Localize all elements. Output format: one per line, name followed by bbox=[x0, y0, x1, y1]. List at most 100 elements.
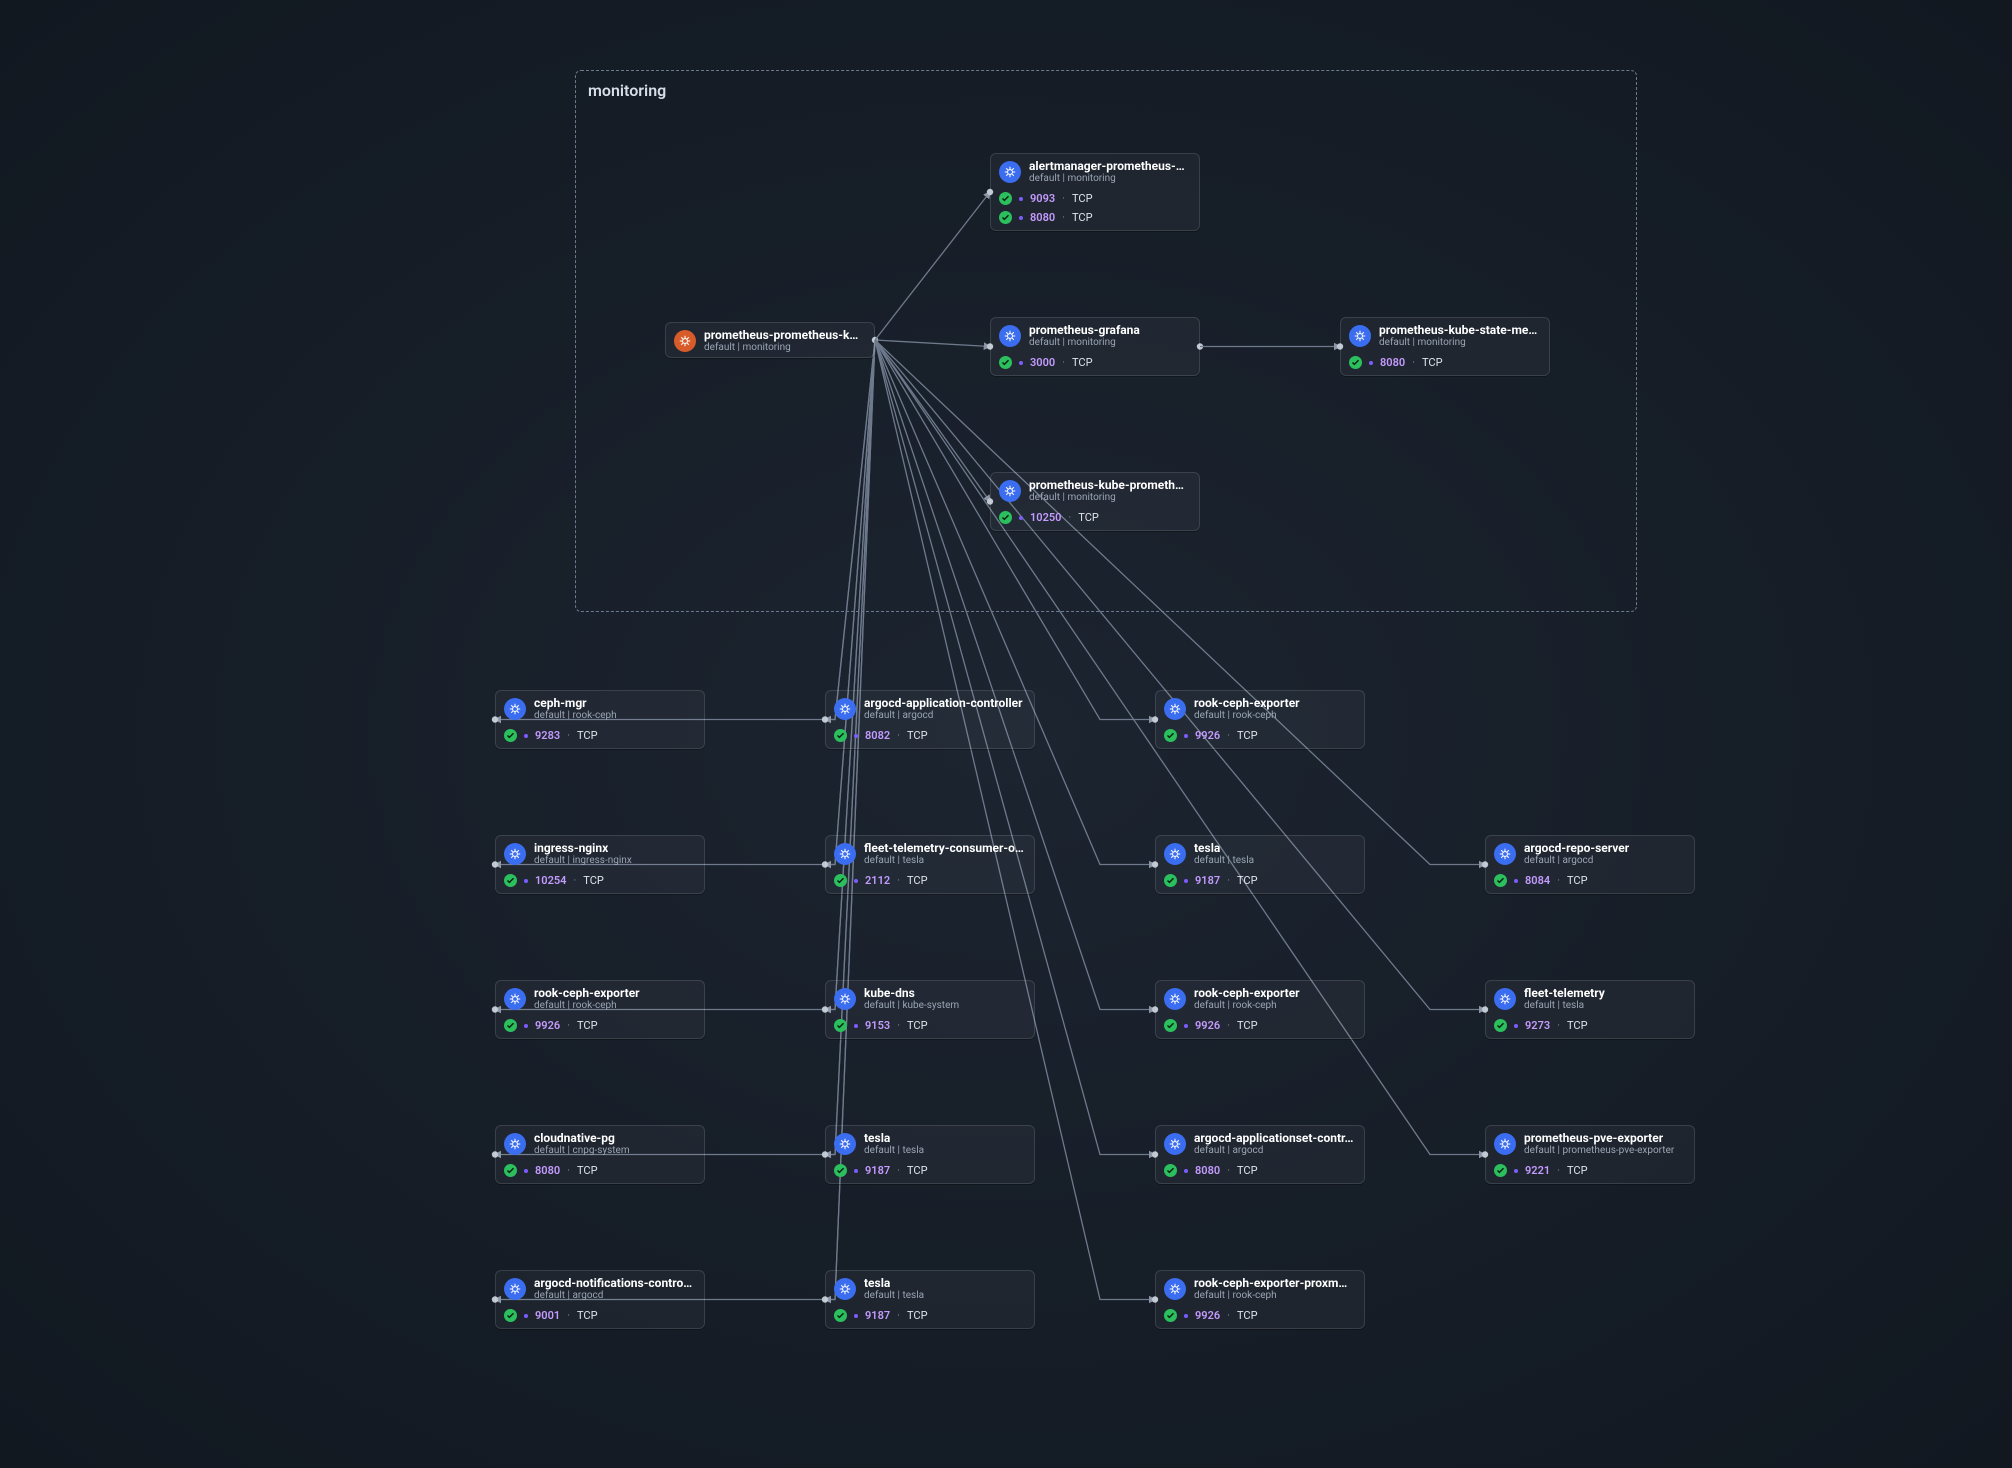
port-protocol: TCP bbox=[1237, 1020, 1258, 1031]
service-subtitle: default | argocd bbox=[1524, 855, 1684, 866]
port-dot-icon bbox=[1184, 1314, 1188, 1318]
status-ok-icon bbox=[504, 1164, 517, 1177]
service-node[interactable]: tesla default | tesla 9187 · TCP bbox=[1155, 835, 1365, 894]
port-protocol: TCP bbox=[577, 730, 598, 741]
service-port: 8080 · TCP bbox=[1341, 352, 1549, 375]
service-title: tesla bbox=[864, 1132, 1024, 1145]
service-port: 9187 · TCP bbox=[1156, 870, 1364, 893]
port-number: 3000 bbox=[1030, 357, 1055, 368]
service-subtitle: default | rook-ceph bbox=[1194, 710, 1354, 721]
service-subtitle: default | monitoring bbox=[704, 342, 864, 353]
status-ok-icon bbox=[504, 1309, 517, 1322]
service-port: 9926 · TCP bbox=[1156, 1305, 1364, 1328]
port-dot-icon bbox=[1514, 879, 1518, 883]
kubernetes-icon bbox=[504, 1133, 526, 1155]
service-subtitle: default | tesla bbox=[864, 1145, 1024, 1156]
service-port: 9187 · TCP bbox=[826, 1160, 1034, 1183]
service-node[interactable]: prometheus-kube-state-met… default | mon… bbox=[1340, 317, 1550, 376]
port-dot-icon bbox=[854, 734, 858, 738]
service-node[interactable]: argocd-application-controller default | … bbox=[825, 690, 1035, 749]
port-protocol: TCP bbox=[907, 875, 928, 886]
port-dot-icon bbox=[1019, 361, 1023, 365]
service-port: 8080 · TCP bbox=[1156, 1160, 1364, 1183]
port-number: 9273 bbox=[1525, 1020, 1550, 1031]
separator: · bbox=[897, 875, 900, 886]
separator: · bbox=[897, 1020, 900, 1031]
service-port: 8080 · TCP bbox=[496, 1160, 704, 1183]
service-title: prometheus-kube-state-met… bbox=[1379, 324, 1539, 337]
service-node-header: argocd-notifications-control… default | … bbox=[496, 1271, 704, 1305]
separator: · bbox=[1227, 730, 1230, 741]
service-node[interactable]: rook-ceph-exporter default | rook-ceph 9… bbox=[1155, 980, 1365, 1039]
port-dot-icon bbox=[1369, 361, 1373, 365]
separator: · bbox=[1557, 1165, 1560, 1176]
service-node[interactable]: cloudnative-pg default | cnpg-system 808… bbox=[495, 1125, 705, 1184]
port-number: 8080 bbox=[1380, 357, 1405, 368]
service-node[interactable]: prometheus-pve-exporter default | promet… bbox=[1485, 1125, 1695, 1184]
service-subtitle: default | tesla bbox=[864, 1290, 1024, 1301]
service-port: 10254 · TCP bbox=[496, 870, 704, 893]
service-port: 9093 · TCP bbox=[991, 188, 1199, 211]
kubernetes-icon bbox=[504, 988, 526, 1010]
kubernetes-icon bbox=[834, 698, 856, 720]
port-number: 9926 bbox=[535, 1020, 560, 1031]
service-port: 9001 · TCP bbox=[496, 1305, 704, 1328]
service-subtitle: default | monitoring bbox=[1029, 337, 1189, 348]
service-node[interactable]: tesla default | tesla 9187 · TCP bbox=[825, 1270, 1035, 1329]
port-protocol: TCP bbox=[1567, 1165, 1588, 1176]
service-subtitle: default | tesla bbox=[1524, 1000, 1684, 1011]
service-node[interactable]: argocd-applicationset-contr… default | a… bbox=[1155, 1125, 1365, 1184]
service-node[interactable]: argocd-repo-server default | argocd 8084… bbox=[1485, 835, 1695, 894]
kubernetes-icon bbox=[834, 1278, 856, 1300]
service-port: 9926 · TCP bbox=[1156, 725, 1364, 748]
service-node[interactable]: prometheus-kube-promethe… default | moni… bbox=[990, 472, 1200, 531]
service-title: cloudnative-pg bbox=[534, 1132, 694, 1145]
port-dot-icon bbox=[524, 1314, 528, 1318]
service-subtitle: default | ingress-nginx bbox=[534, 855, 694, 866]
service-node-header: prometheus-grafana default | monitoring bbox=[991, 318, 1199, 352]
status-ok-icon bbox=[999, 356, 1012, 369]
service-node[interactable]: ceph-mgr default | rook-ceph 9283 · TCP bbox=[495, 690, 705, 749]
kubernetes-icon bbox=[1164, 1278, 1186, 1300]
port-number: 2112 bbox=[865, 875, 890, 886]
service-node[interactable]: prometheus-grafana default | monitoring … bbox=[990, 317, 1200, 376]
port-protocol: TCP bbox=[1072, 212, 1093, 223]
service-node[interactable]: argocd-notifications-control… default | … bbox=[495, 1270, 705, 1329]
service-node-header: tesla default | tesla bbox=[826, 1271, 1034, 1305]
service-node[interactable]: fleet-telemetry default | tesla 9273 · T… bbox=[1485, 980, 1695, 1039]
port-protocol: TCP bbox=[577, 1020, 598, 1031]
service-node[interactable]: fleet-telemetry-consumer-old default | t… bbox=[825, 835, 1035, 894]
service-title: rook-ceph-exporter bbox=[1194, 697, 1354, 710]
status-ok-icon bbox=[1164, 729, 1177, 742]
port-protocol: TCP bbox=[907, 1165, 928, 1176]
service-node-header: rook-ceph-exporter default | rook-ceph bbox=[1156, 981, 1364, 1015]
service-node[interactable]: alertmanager-prometheus-k… default | mon… bbox=[990, 153, 1200, 231]
service-subtitle: default | argocd bbox=[534, 1290, 694, 1301]
service-node[interactable]: rook-ceph-exporter-proxmo… default | roo… bbox=[1155, 1270, 1365, 1329]
service-node-header: ingress-nginx default | ingress-nginx bbox=[496, 836, 704, 870]
service-port: 9926 · TCP bbox=[1156, 1015, 1364, 1038]
service-port: 9221 · TCP bbox=[1486, 1160, 1694, 1183]
status-ok-icon bbox=[834, 874, 847, 887]
port-dot-icon bbox=[524, 734, 528, 738]
port-number: 8080 bbox=[1195, 1165, 1220, 1176]
service-port: 3000 · TCP bbox=[991, 352, 1199, 375]
service-subtitle: default | rook-ceph bbox=[534, 710, 694, 721]
port-number: 8080 bbox=[535, 1165, 560, 1176]
separator: · bbox=[573, 875, 576, 886]
kubernetes-icon bbox=[1494, 988, 1516, 1010]
service-node[interactable]: kube-dns default | kube-system 9153 · TC… bbox=[825, 980, 1035, 1039]
port-dot-icon bbox=[1514, 1024, 1518, 1028]
topology-canvas[interactable]: monitoring prometheus-prometheus-ku… def… bbox=[0, 0, 2012, 1468]
port-protocol: TCP bbox=[1072, 357, 1093, 368]
service-node[interactable]: tesla default | tesla 9187 · TCP bbox=[825, 1125, 1035, 1184]
separator: · bbox=[1227, 875, 1230, 886]
service-node[interactable]: rook-ceph-exporter default | rook-ceph 9… bbox=[495, 980, 705, 1039]
separator: · bbox=[897, 1165, 900, 1176]
status-ok-icon bbox=[1494, 1164, 1507, 1177]
service-node[interactable]: ingress-nginx default | ingress-nginx 10… bbox=[495, 835, 705, 894]
service-node[interactable]: prometheus-prometheus-ku… default | moni… bbox=[665, 322, 875, 358]
service-port: 9926 · TCP bbox=[496, 1015, 704, 1038]
service-node[interactable]: rook-ceph-exporter default | rook-ceph 9… bbox=[1155, 690, 1365, 749]
service-title: ingress-nginx bbox=[534, 842, 694, 855]
